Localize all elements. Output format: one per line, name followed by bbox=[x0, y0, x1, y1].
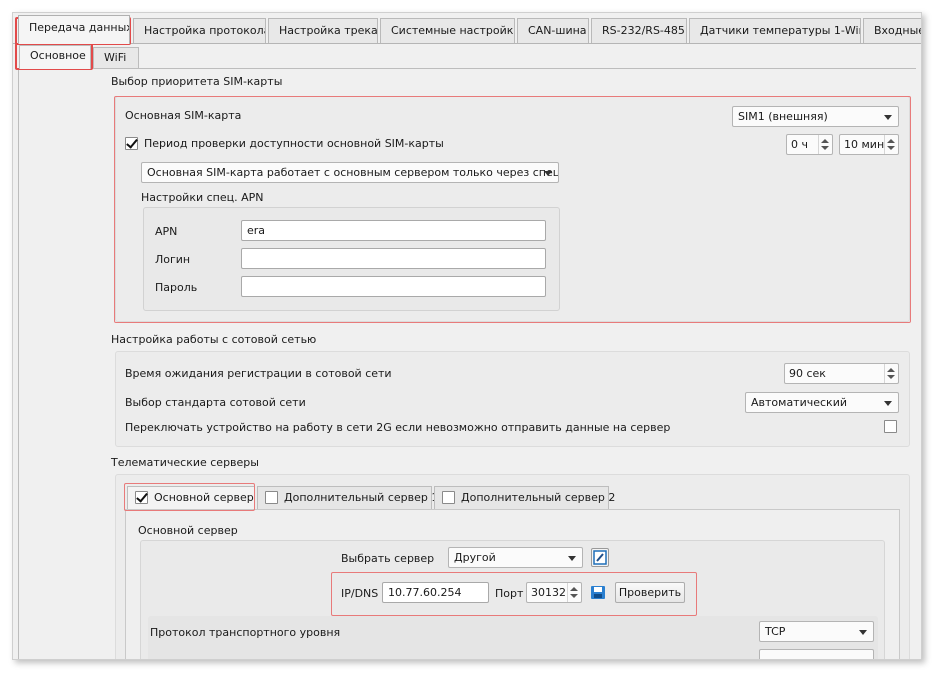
tab-track-settings[interactable]: Настройка трека bbox=[268, 18, 378, 43]
servers-section-title: Телематические серверы bbox=[111, 456, 259, 469]
edit-server-button[interactable] bbox=[591, 548, 609, 567]
transport-value: TCP bbox=[765, 625, 786, 638]
tab-inputs[interactable]: Входные bbox=[863, 18, 921, 43]
subtab-main[interactable]: Основное bbox=[19, 45, 91, 69]
ipdns-input[interactable]: 10.77.60.254 bbox=[382, 582, 489, 603]
spin-down-icon[interactable] bbox=[887, 146, 895, 150]
login-label: Логин bbox=[155, 253, 191, 266]
switch-2g-label: Переключать устройство на работу в сети … bbox=[125, 421, 671, 434]
top-tab-bar: Передача данных Настройка протокола Наст… bbox=[13, 13, 921, 44]
select-server-combo[interactable]: Другой bbox=[448, 547, 583, 568]
password-input[interactable] bbox=[241, 276, 546, 297]
check-period-label: Период проверки доступности основной SIM… bbox=[144, 137, 444, 150]
server-tab-extra-1[interactable]: Дополнительный сервер 1 bbox=[257, 486, 438, 509]
reg-timeout-label: Время ожидания регистрации в сотовой сет… bbox=[125, 367, 392, 380]
main-sim-label: Основная SIM-карта bbox=[125, 109, 242, 122]
tab-system-settings[interactable]: Системные настройки bbox=[380, 18, 515, 43]
tab-divider bbox=[13, 43, 921, 44]
select-server-value: Другой bbox=[454, 551, 496, 564]
server-extra-1-checkbox[interactable] bbox=[265, 491, 278, 504]
server-tab-extra-1-label: Дополнительный сервер 1 bbox=[284, 491, 439, 504]
check-period-checkbox[interactable] bbox=[125, 137, 138, 150]
switch-2g-checkbox[interactable] bbox=[884, 420, 897, 433]
ipdns-label: IP/DNS bbox=[341, 587, 379, 600]
spin-down-icon[interactable] bbox=[887, 375, 895, 379]
subtab-wifi[interactable]: WiFi bbox=[93, 47, 139, 69]
sim-mode-value: Основная SIM-карта работает с основным с… bbox=[147, 166, 559, 179]
server-tab-extra-2-label: Дополнительный сервер 2 bbox=[461, 491, 616, 504]
server-group-title: Основной сервер bbox=[138, 524, 238, 537]
tab-rs232-rs485[interactable]: RS-232/RS-485 bbox=[591, 18, 687, 43]
chevron-down-icon bbox=[884, 115, 892, 120]
standard-value: Автоматический bbox=[751, 396, 847, 409]
settings-window: Передача данных Настройка протокола Наст… bbox=[12, 12, 922, 660]
reg-timeout-spinbox[interactable]: 90 сек bbox=[784, 363, 899, 384]
tab-data-transfer[interactable]: Передача данных bbox=[18, 15, 130, 44]
server-tab-main-label: Основной сервер bbox=[154, 491, 254, 504]
minutes-spinbox[interactable]: 10 мин bbox=[839, 134, 899, 155]
server-extra-2-checkbox[interactable] bbox=[442, 491, 455, 504]
chevron-down-icon bbox=[859, 630, 867, 635]
save-icon bbox=[591, 586, 605, 599]
transport-select[interactable]: TCP bbox=[759, 621, 874, 642]
password-label: Пароль bbox=[155, 281, 198, 294]
apn-input[interactable]: era bbox=[241, 220, 546, 241]
tab-1wire-temperature[interactable]: Датчики температуры 1-Wire bbox=[689, 18, 861, 43]
spin-up-icon[interactable] bbox=[887, 368, 895, 372]
standard-select[interactable]: Автоматический bbox=[745, 392, 899, 413]
standard-label: Выбор стандарта сотовой сети bbox=[125, 396, 306, 409]
spin-up-icon[interactable] bbox=[570, 587, 578, 591]
reg-timeout-value: 90 сек bbox=[789, 367, 826, 380]
spin-up-icon[interactable] bbox=[887, 139, 895, 143]
chevron-down-icon bbox=[544, 171, 552, 176]
select-server-label: Выбрать сервер bbox=[341, 552, 435, 565]
chevron-down-icon bbox=[568, 556, 576, 561]
server-tab-main[interactable]: Основной сервер bbox=[127, 486, 255, 509]
main-sim-select[interactable]: SIM1 (внешняя) bbox=[732, 106, 899, 127]
port-value: 30132 bbox=[531, 586, 566, 599]
hours-spinbox[interactable]: 0 ч bbox=[786, 134, 833, 155]
tab-protocol-settings[interactable]: Настройка протокола bbox=[133, 18, 266, 43]
cellular-section-title: Настройка работы с сотовой сетью bbox=[111, 333, 317, 346]
server-main-checkbox[interactable] bbox=[135, 491, 148, 504]
main-sim-value: SIM1 (внешняя) bbox=[738, 110, 828, 123]
port-spinbox[interactable]: 30132 bbox=[526, 582, 582, 603]
apn-label: APN bbox=[155, 225, 178, 238]
login-input[interactable] bbox=[241, 248, 546, 269]
minutes-value: 10 мин bbox=[844, 138, 885, 151]
check-server-button[interactable]: Проверить bbox=[615, 582, 685, 603]
subtab-divider bbox=[18, 68, 916, 69]
hours-value: 0 ч bbox=[791, 138, 808, 151]
sim-section-title: Выбор приоритета SIM-карты bbox=[111, 75, 283, 88]
edit-icon bbox=[593, 550, 607, 565]
spin-up-icon[interactable] bbox=[821, 139, 829, 143]
tab-can-bus[interactable]: CAN-шина bbox=[517, 18, 589, 43]
chevron-down-icon bbox=[884, 401, 892, 406]
spin-down-icon[interactable] bbox=[821, 146, 829, 150]
apn-group-title: Настройки спец. APN bbox=[141, 191, 264, 204]
sim-mode-select[interactable]: Основная SIM-карта работает с основным с… bbox=[141, 162, 559, 183]
next-row-select-partial[interactable] bbox=[759, 649, 874, 659]
server-tab-extra-2[interactable]: Дополнительный сервер 2 bbox=[434, 486, 615, 509]
save-server-button[interactable] bbox=[589, 583, 607, 602]
panel-left-border bbox=[18, 68, 19, 659]
port-label: Порт bbox=[495, 587, 524, 600]
transport-label: Протокол транспортного уровня bbox=[150, 626, 341, 639]
spin-down-icon[interactable] bbox=[570, 594, 578, 598]
